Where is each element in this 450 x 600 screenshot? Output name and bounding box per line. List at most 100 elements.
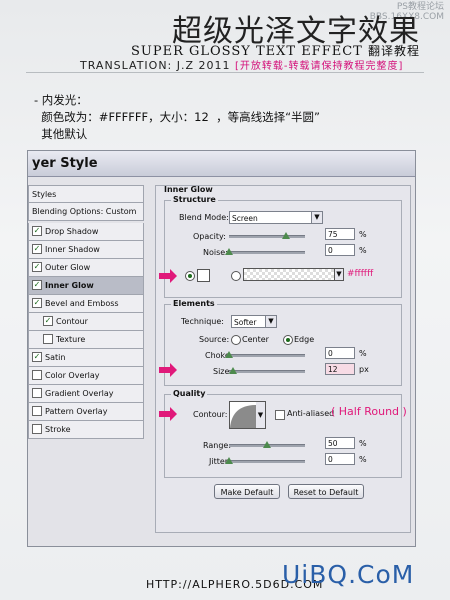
anti-aliased-label: Anti-aliased xyxy=(287,409,335,418)
half-round-contour-icon xyxy=(230,405,256,428)
checkbox-checked-icon[interactable]: ✓ xyxy=(32,279,42,290)
noise-input[interactable]: 0 xyxy=(325,244,355,256)
layer-style-dialog: yer Style Styles Blending Options: Custom… xyxy=(27,150,416,547)
elements-group: Elements Technique: Softer ▼ Source: Cen… xyxy=(159,299,402,386)
make-default-button[interactable]: Make Default xyxy=(214,484,280,499)
opacity-slider-track[interactable] xyxy=(229,235,305,238)
structure-group: Structure Blend Mode: Screen ▼ Opacity: … xyxy=(159,195,402,298)
style-item-blending-options-custom[interactable]: Blending Options: Custom xyxy=(28,203,144,221)
instruction-line-1: - 内发光： xyxy=(34,93,88,107)
noise-slider-thumb[interactable] xyxy=(225,248,233,255)
choke-slider-thumb[interactable] xyxy=(225,351,233,358)
technique-select[interactable]: Softer ▼ xyxy=(231,315,277,328)
contour-picker[interactable] xyxy=(229,401,257,429)
technique-label: Technique: xyxy=(181,317,224,326)
style-item-inner-shadow[interactable]: ✓ Inner Shadow xyxy=(28,241,144,259)
jitter-slider-thumb[interactable] xyxy=(225,457,233,464)
checkbox-checked-icon[interactable]: ✓ xyxy=(32,297,42,308)
inner-glow-panel: Inner Glow Structure Blend Mode: Screen … xyxy=(155,185,411,533)
checkbox-checked-icon[interactable]: ✓ xyxy=(32,351,42,362)
jitter-slider-track[interactable] xyxy=(229,460,305,463)
range-percent: % xyxy=(359,439,367,448)
jitter-percent: % xyxy=(359,455,367,464)
reset-default-button[interactable]: Reset to Default xyxy=(288,484,364,499)
pointer-arrow-icon xyxy=(159,269,177,283)
checkbox-checked-icon[interactable]: ✓ xyxy=(32,225,42,236)
quality-group: Quality Contour: ▼ Anti-aliased ( Half R… xyxy=(159,389,407,478)
checkbox-icon[interactable] xyxy=(32,369,42,380)
checkbox-checked-icon[interactable]: ✓ xyxy=(32,261,42,272)
chevron-down-icon: ▼ xyxy=(265,316,276,327)
style-item-color-overlay[interactable]: Color Overlay xyxy=(28,367,144,385)
style-item-label: Styles xyxy=(32,190,57,199)
opacity-label: Opacity: xyxy=(193,232,226,241)
translation-note: [开放转载-转载请保持教程完整度] xyxy=(235,61,404,72)
quality-title: Quality xyxy=(171,389,208,398)
jitter-input[interactable]: 0 xyxy=(325,453,355,465)
translation-label: TRANSLATION: J.Z 2011 xyxy=(80,59,231,72)
translation-line: TRANSLATION: J.Z 2011 [开放转载-转载请保持教程完整度] xyxy=(80,57,403,72)
source-center-radio[interactable] xyxy=(231,335,241,345)
gradient-radio[interactable] xyxy=(231,271,241,281)
range-input[interactable]: 50 xyxy=(325,437,355,449)
style-item-drop-shadow[interactable]: ✓ Drop Shadow xyxy=(28,223,144,241)
size-unit: px xyxy=(359,365,369,374)
size-slider-track[interactable] xyxy=(229,370,305,373)
source-center-label: Center xyxy=(242,335,269,344)
style-item-inner-glow[interactable]: ✓ Inner Glow xyxy=(28,277,144,295)
style-item-stroke[interactable]: Stroke xyxy=(28,421,144,439)
instructions: - 内发光： 颜色改为：#FFFFFF，大小：12 ，等高线选择“半圆” 其他默… xyxy=(34,92,320,143)
blend-mode-select[interactable]: Screen ▼ xyxy=(229,211,323,224)
style-list: Styles Blending Options: Custom ✓ Drop Shad… xyxy=(28,185,144,439)
contour-dropdown[interactable]: ▼ xyxy=(256,401,266,429)
source-edge-radio[interactable] xyxy=(283,335,293,345)
choke-slider-track[interactable] xyxy=(229,354,305,357)
checkbox-icon[interactable] xyxy=(43,333,53,344)
checkbox-icon[interactable] xyxy=(32,387,42,398)
checkbox-checked-icon[interactable]: ✓ xyxy=(43,315,53,326)
checkbox-checked-icon[interactable]: ✓ xyxy=(32,243,42,254)
blend-mode-value: Screen xyxy=(232,214,258,223)
style-item-label: Drop Shadow xyxy=(45,227,99,236)
noise-slider-track[interactable] xyxy=(229,251,305,254)
header-divider xyxy=(26,72,424,73)
contour-annotation: ( Half Round ) xyxy=(331,405,407,418)
technique-value: Softer xyxy=(234,318,257,327)
style-item-texture[interactable]: Texture xyxy=(28,331,144,349)
checkbox-icon[interactable] xyxy=(32,405,42,416)
color-radio[interactable] xyxy=(185,271,195,281)
pointer-arrow-icon xyxy=(159,407,177,421)
blend-mode-label: Blend Mode: xyxy=(179,213,229,222)
contour-label: Contour: xyxy=(193,410,228,419)
anti-aliased-checkbox[interactable] xyxy=(275,410,285,420)
range-label: Range: xyxy=(203,441,232,450)
style-item-label: Contour xyxy=(56,317,88,326)
style-item-pattern-overlay[interactable]: Pattern Overlay xyxy=(28,403,144,421)
style-item-label: Stroke xyxy=(45,425,71,434)
style-item-bevel-and-emboss[interactable]: ✓ Bevel and Emboss xyxy=(28,295,144,313)
color-swatch[interactable] xyxy=(197,269,210,282)
checkbox-icon[interactable] xyxy=(32,423,42,434)
instruction-line-3: 其他默认 xyxy=(34,127,88,141)
choke-percent: % xyxy=(359,349,367,358)
choke-input[interactable]: 0 xyxy=(325,347,355,359)
style-item-contour[interactable]: ✓ Contour xyxy=(28,313,144,331)
size-slider-thumb[interactable] xyxy=(228,367,237,374)
style-item-styles[interactable]: Styles xyxy=(28,185,144,203)
style-item-label: Texture xyxy=(56,335,86,344)
gradient-picker[interactable]: ▼ xyxy=(243,268,344,281)
range-slider-thumb[interactable] xyxy=(263,441,271,448)
size-input[interactable]: 12 xyxy=(325,363,355,375)
opacity-input[interactable]: 75 xyxy=(325,228,355,240)
source-edge-label: Edge xyxy=(294,335,315,344)
opacity-slider-thumb[interactable] xyxy=(282,232,290,239)
opacity-percent: % xyxy=(359,230,367,239)
source-label: Source: xyxy=(199,335,230,344)
style-item-gradient-overlay[interactable]: Gradient Overlay xyxy=(28,385,144,403)
style-item-label: Blending Options: Custom xyxy=(32,207,137,216)
dialog-title: yer Style xyxy=(28,151,415,177)
style-item-outer-glow[interactable]: ✓ Outer Glow xyxy=(28,259,144,277)
style-item-satin[interactable]: ✓ Satin xyxy=(28,349,144,367)
elements-title: Elements xyxy=(171,299,217,308)
style-item-label: Gradient Overlay xyxy=(45,389,114,398)
